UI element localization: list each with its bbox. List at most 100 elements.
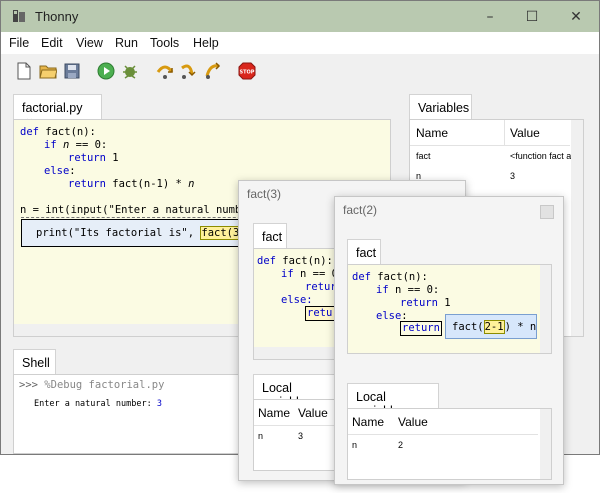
column-value: Value <box>510 126 540 140</box>
frame-title: fact(3) <box>247 187 282 201</box>
popup-expression: fact(2-1) * n <box>452 320 537 334</box>
keyword: return <box>400 297 438 309</box>
variable-name: n <box>258 431 264 441</box>
code-line-5: return fact(n-1) * n <box>68 178 194 191</box>
code-line: if n == 0: <box>376 284 439 297</box>
window-title: Thonny <box>35 9 79 24</box>
code-text: print("Its factorial is", <box>36 227 201 239</box>
keyword: else <box>376 310 402 322</box>
code-line-6: n = int(input("Enter a natural number <box>20 204 254 217</box>
keyword: else <box>44 165 70 177</box>
divider <box>504 120 505 146</box>
tab-shell[interactable]: Shell <box>13 349 56 374</box>
code-line: if n == 0 <box>281 268 338 281</box>
keyword: def <box>20 126 39 138</box>
step-into-icon[interactable] <box>180 62 198 80</box>
code-line-3: return 1 <box>68 152 119 165</box>
code-text: == 0: <box>69 139 108 151</box>
variable-name: n <box>352 440 358 450</box>
tab-label: factorial.py <box>22 101 83 115</box>
tab-fact[interactable]: fact <box>253 223 287 248</box>
keyword: return <box>68 152 106 164</box>
code-text: n == 0: <box>388 284 440 296</box>
column-value: Value <box>398 415 428 429</box>
variable-name: fact <box>416 151 431 161</box>
column-name: Name <box>416 126 449 140</box>
shell-output-text: Enter a natural number: <box>34 399 152 409</box>
code-line: return 1 <box>400 297 451 310</box>
menu-help[interactable]: Help <box>193 36 219 50</box>
locals-header: Name Value <box>348 409 538 435</box>
current-call-box: return <box>400 321 442 336</box>
shell-panel[interactable]: >>> %Debug factorial.py Enter a natural … <box>13 374 253 454</box>
debug-icon[interactable] <box>121 62 139 80</box>
frame-title: fact(2) <box>343 203 378 217</box>
variable-value: 2 <box>398 440 404 450</box>
shell-output: Enter a natural number: 3 <box>34 398 162 411</box>
code-line-7: print("Its factorial is", fact(3)) <box>36 226 253 240</box>
expression-popup: fact(2-1) * n <box>445 314 537 339</box>
code-line: else: <box>281 294 313 307</box>
code-line: retur <box>305 281 337 294</box>
run-icon[interactable] <box>97 62 115 80</box>
code-text: n == 0 <box>293 268 338 280</box>
variables-vscrollbar[interactable] <box>571 120 583 336</box>
column-name: Name <box>258 406 291 420</box>
tab-label: Variables <box>418 101 470 115</box>
keyword: return <box>402 322 440 334</box>
frame-window-fact-2[interactable]: fact(2) fact def fact(n): if n == 0: ret… <box>334 196 564 485</box>
code-text: fact(n): <box>38 126 96 138</box>
code-line-4: else: <box>44 165 76 178</box>
close-button[interactable]: ✕ <box>561 7 591 27</box>
tab-local-variables[interactable]: Local variables <box>253 374 339 409</box>
code-line: def fact(n): <box>257 255 333 268</box>
save-icon[interactable] <box>63 62 81 80</box>
tab-fact[interactable]: fact <box>347 239 381 264</box>
menu-edit[interactable]: Edit <box>41 36 63 50</box>
code-text: n = int(input("Enter a natural number <box>20 204 254 216</box>
title-bar: Thonny – ☐ ✕ <box>1 1 599 32</box>
column-value: Value <box>298 406 328 420</box>
keyword: retur <box>305 281 337 293</box>
local-variables-panel: Name Value n 2 <box>347 408 552 480</box>
keyword: if <box>44 139 57 151</box>
code-text: fact( <box>452 321 484 333</box>
locals-vscrollbar[interactable] <box>540 409 551 479</box>
step-over-icon[interactable] <box>156 62 174 80</box>
code-text: 1 <box>105 152 119 164</box>
tab-local-variables[interactable]: Local variables <box>347 383 439 418</box>
keyword: else: <box>281 294 313 306</box>
frame-editor: def fact(n): if n == 0: return 1 else: r… <box>347 264 552 354</box>
code-line: def fact(n): <box>352 271 428 284</box>
stop-icon[interactable]: STOP <box>238 62 256 80</box>
column-name: Name <box>352 415 385 429</box>
minimize-button[interactable]: – <box>475 7 505 27</box>
code-text: : <box>69 165 76 177</box>
shell-command-line: >>> %Debug factorial.py <box>19 379 164 392</box>
tab-variables[interactable]: Variables <box>409 94 472 119</box>
current-call-box: print("Its factorial is", fact(3)) <box>21 219 261 247</box>
menu-tools[interactable]: Tools <box>150 36 179 50</box>
menu-run[interactable]: Run <box>115 36 138 50</box>
variables-header: Name Value <box>410 120 570 146</box>
step-out-icon[interactable] <box>204 62 222 80</box>
tab-factorial-py[interactable]: factorial.py × <box>13 94 102 129</box>
highlighted-expression: 2-1 <box>483 320 505 334</box>
frame-close-button[interactable] <box>540 205 554 219</box>
frame-vscrollbar[interactable] <box>540 265 551 353</box>
code-text: fact(n-1) * <box>105 178 189 190</box>
code-var: n <box>188 178 195 190</box>
shell-command: %Debug factorial.py <box>44 379 165 391</box>
keyword: def <box>352 271 371 283</box>
open-file-icon[interactable] <box>39 62 57 80</box>
menu-view[interactable]: View <box>76 36 103 50</box>
maximize-button[interactable]: ☐ <box>517 7 547 27</box>
code-text: fact(n): <box>275 255 333 267</box>
menu-bar: File Edit View Run Tools Help <box>1 32 599 54</box>
code-text: ) * n <box>504 321 537 333</box>
menu-file[interactable]: File <box>9 36 29 50</box>
tab-label: Shell <box>22 356 50 370</box>
new-file-icon[interactable] <box>15 62 33 80</box>
toolbar: STOP <box>1 54 599 88</box>
keyword: def <box>257 255 276 267</box>
